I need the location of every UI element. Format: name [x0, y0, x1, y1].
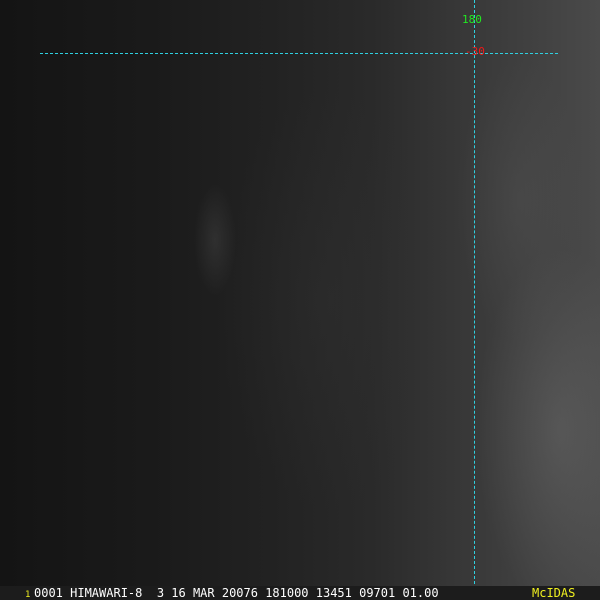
satellite-display: 180 -30 1 0001 HIMAWARI-8 3 16 MAR 20076… [0, 0, 600, 600]
satellite-imagery [0, 0, 600, 586]
latitude-label: -30 [465, 45, 485, 58]
image-info: 0001 HIMAWARI-8 3 16 MAR 20076 181000 13… [34, 586, 439, 600]
mcidas-logo: McIDAS [532, 586, 576, 600]
status-bar: 1 0001 HIMAWARI-8 3 16 MAR 20076 181000 … [0, 586, 600, 600]
longitude-grid-line [474, 0, 475, 584]
frame-number: 1 [25, 590, 31, 600]
longitude-label: 180 [462, 13, 482, 26]
